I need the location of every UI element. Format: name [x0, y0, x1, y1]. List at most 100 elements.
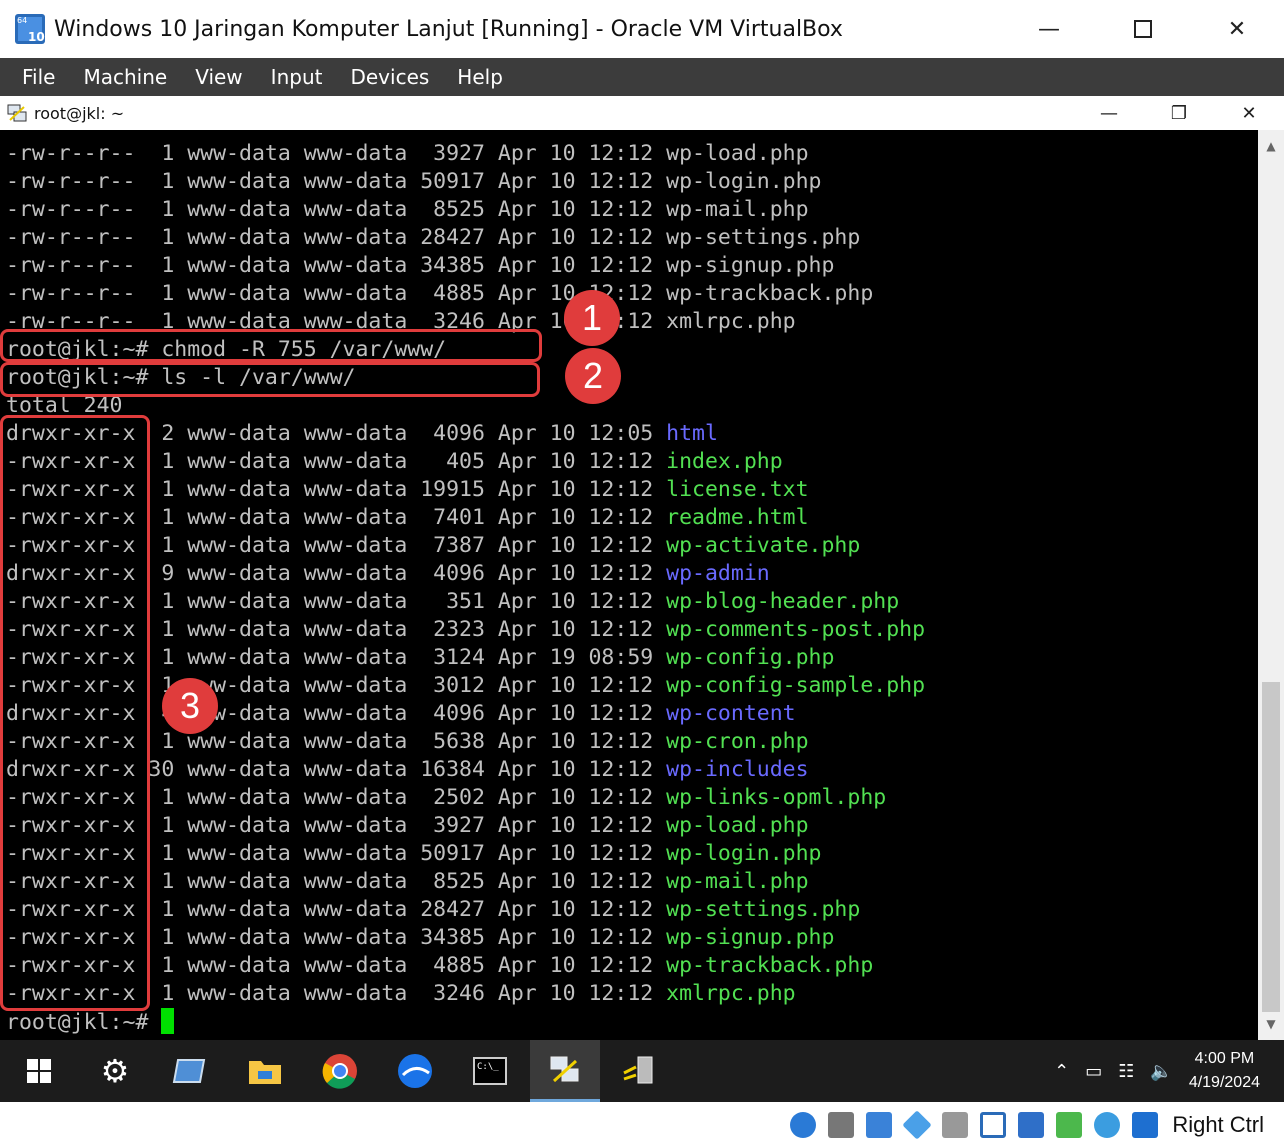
- ls-new-row: drwxr-xr-x 9 www-data www-data 4096 Apr …: [6, 560, 1258, 588]
- putty-icon: [550, 1056, 579, 1082]
- maximize-button[interactable]: [1096, 0, 1190, 58]
- vm-icon: [172, 1059, 206, 1083]
- menu-input[interactable]: Input: [257, 58, 337, 96]
- annotation-box-3: [0, 415, 150, 1011]
- guest-window-titlebar: root@jkl: ~ — ❐ ✕: [0, 96, 1284, 130]
- windows-start-icon: [27, 1059, 51, 1083]
- file-name: wp-signup.php: [666, 253, 835, 278]
- taskbar-settings[interactable]: ⚙: [80, 1040, 150, 1102]
- network-tool-icon: [623, 1056, 653, 1084]
- vbox-titlebar: 64 10 Windows 10 Jaringan Komputer Lanju…: [0, 0, 1284, 58]
- menu-help[interactable]: Help: [443, 58, 517, 96]
- directory-name: wp-admin: [666, 561, 770, 586]
- taskbar-vmware[interactable]: [154, 1040, 224, 1102]
- menu-bar: File Machine View Input Devices Help: [0, 58, 1284, 96]
- file-name: wp-signup.php: [666, 925, 835, 950]
- ls-new-row: -rwxr-xr-x 1 www-data www-data 50917 Apr…: [6, 840, 1258, 868]
- terminal-scrollbar[interactable]: ▲ ▼: [1258, 130, 1284, 1040]
- file-name: xmlrpc.php: [666, 309, 796, 334]
- ls-new-row: -rwxr-xr-x 1 www-data www-data 4885 Apr …: [6, 952, 1258, 980]
- ls-new-row: -rwxr-xr-x 1 www-data www-data 351 Apr 1…: [6, 588, 1258, 616]
- ls-old-row: -rw-r--r-- 1 www-data www-data 8525 Apr …: [6, 196, 1258, 224]
- close-button[interactable]: ✕: [1190, 0, 1284, 58]
- minimize-icon: —: [1038, 16, 1060, 42]
- network-adapter-icon[interactable]: [866, 1112, 893, 1138]
- menu-machine[interactable]: Machine: [69, 58, 181, 96]
- chevron-up-icon[interactable]: ⌃: [1054, 1061, 1069, 1082]
- taskbar-network-tool[interactable]: [605, 1040, 675, 1102]
- minimize-button[interactable]: —: [1002, 0, 1096, 58]
- menu-file[interactable]: File: [8, 58, 69, 96]
- directory-name: wp-includes: [666, 757, 809, 782]
- file-name: wp-settings.php: [666, 897, 861, 922]
- svg-text:C:\_: C:\_: [477, 1062, 499, 1072]
- scroll-up-arrow-icon[interactable]: ▲: [1258, 134, 1284, 158]
- terminal-output[interactable]: -rw-r--r-- 1 www-data www-data 3927 Apr …: [0, 130, 1258, 1040]
- os-badge-64: 64: [17, 16, 27, 25]
- ls-new-row: -rwxr-xr-x 1 www-data www-data 3246 Apr …: [6, 980, 1258, 1008]
- recording-icon[interactable]: [1018, 1112, 1045, 1138]
- clock-time: 4:00 PM: [1194, 1050, 1255, 1067]
- file-name: wp-load.php: [666, 141, 809, 166]
- mouse-integration-icon[interactable]: [1094, 1112, 1121, 1138]
- taskbar-putty[interactable]: [530, 1040, 600, 1102]
- file-name: wp-links-opml.php: [666, 785, 887, 810]
- guest-close-button[interactable]: ✕: [1214, 96, 1284, 130]
- file-name: wp-load.php: [666, 813, 809, 838]
- guest-restore-button[interactable]: ❐: [1144, 96, 1214, 130]
- audio-icon[interactable]: [828, 1112, 855, 1138]
- maximize-icon: [1134, 20, 1152, 38]
- ls-new-row: -rwxr-xr-x 1 www-data www-data 2502 Apr …: [6, 784, 1258, 812]
- file-name: wp-trackback.php: [666, 281, 874, 306]
- file-name: index.php: [666, 449, 783, 474]
- ls-new-row: -rwxr-xr-x 1 www-data www-data 7401 Apr …: [6, 504, 1258, 532]
- chrome-icon: [322, 1054, 357, 1089]
- directory-name: html: [666, 421, 718, 446]
- battery-icon[interactable]: ▭: [1085, 1061, 1102, 1082]
- annotation-label-1: 1: [564, 290, 620, 346]
- scrollbar-thumb[interactable]: [1262, 682, 1280, 1012]
- ls-new-row: -rwxr-xr-x 1 www-data www-data 19915 Apr…: [6, 476, 1258, 504]
- restore-icon: ❐: [1170, 102, 1188, 124]
- ls-old-row: -rw-r--r-- 1 www-data www-data 28427 Apr…: [6, 224, 1258, 252]
- taskbar-terminal[interactable]: C:\_: [455, 1040, 525, 1102]
- guest-taskbar: ⚙ C:\_ ⌃ ▭ ☷ 🔈 4:00 PM 4/19/2024: [0, 1040, 1284, 1102]
- file-name: wp-login.php: [666, 841, 822, 866]
- annotation-label-2: 2: [565, 348, 621, 404]
- gear-icon: ⚙: [100, 1052, 130, 1090]
- taskbar-browser[interactable]: [380, 1040, 450, 1102]
- file-name: wp-trackback.php: [666, 953, 874, 978]
- file-name: wp-settings.php: [666, 225, 861, 250]
- file-name: readme.html: [666, 505, 809, 530]
- file-name: xmlrpc.php: [666, 981, 796, 1006]
- taskbar-file-explorer[interactable]: [230, 1040, 300, 1102]
- usb-icon[interactable]: [902, 1110, 933, 1140]
- system-tray: ⌃ ▭ ☷ 🔈 4:00 PM 4/19/2024: [1046, 1040, 1284, 1102]
- ls-old-row: -rw-r--r-- 1 www-data www-data 34385 Apr…: [6, 252, 1258, 280]
- menu-view[interactable]: View: [181, 58, 256, 96]
- taskbar-chrome[interactable]: [305, 1040, 375, 1102]
- os-badge-10: 10: [28, 30, 45, 44]
- start-button[interactable]: [4, 1040, 74, 1102]
- ls-new-row: -rwxr-xr-x 1 www-data www-data 7387 Apr …: [6, 532, 1258, 560]
- keyboard-capture-icon[interactable]: [1132, 1112, 1159, 1138]
- taskbar-clock[interactable]: 4:00 PM 4/19/2024: [1189, 1047, 1260, 1095]
- ls-new-row: drwxr-xr-x 30 www-data www-data 16384 Ap…: [6, 756, 1258, 784]
- ls-old-row: -rw-r--r-- 1 www-data www-data 50917 Apr…: [6, 168, 1258, 196]
- speaker-icon[interactable]: 🔈: [1150, 1061, 1172, 1082]
- cpu-icon[interactable]: [1056, 1112, 1083, 1138]
- terminal-icon: C:\_: [473, 1057, 507, 1085]
- status-icons: [784, 1110, 1164, 1140]
- display-icon[interactable]: [980, 1112, 1007, 1138]
- shared-folders-icon[interactable]: [942, 1112, 969, 1138]
- menu-devices[interactable]: Devices: [336, 58, 443, 96]
- scroll-down-arrow-icon[interactable]: ▼: [1258, 1012, 1284, 1036]
- file-meta: -rw-r--r-- 1 www-data www-data 8525 Apr …: [6, 197, 667, 222]
- virtualbox-os-icon: 64 10: [14, 13, 46, 45]
- ls-new-row: -rwxr-xr-x 1 www-data www-data 3124 Apr …: [6, 644, 1258, 672]
- network-icon[interactable]: ☷: [1118, 1061, 1134, 1082]
- file-name: wp-login.php: [666, 169, 822, 194]
- guest-minimize-button[interactable]: —: [1074, 96, 1144, 130]
- close-icon: ✕: [1227, 16, 1247, 42]
- optical-drive-icon[interactable]: [790, 1112, 817, 1138]
